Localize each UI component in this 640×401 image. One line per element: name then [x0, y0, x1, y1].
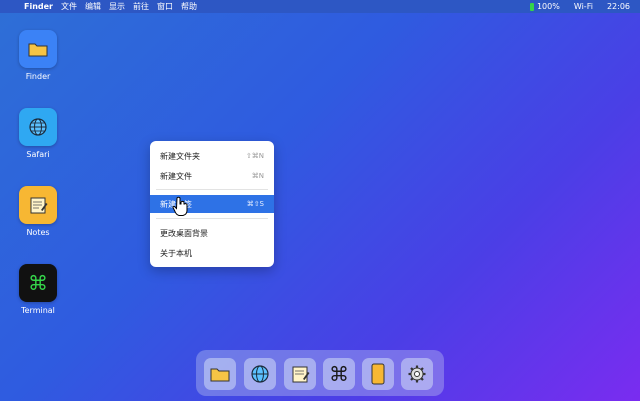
- globe-icon: [251, 365, 269, 383]
- menu-item-label: 更改桌面背景: [160, 228, 208, 238]
- wifi-status[interactable]: Wi-Fi: [574, 0, 593, 13]
- notes-icon: [19, 186, 57, 224]
- context-menu: 新建文件夹 ⇧⌘N 新建文件 ⌘N 新建标签 ⌘⇧S 更改桌面背景 关于本机: [150, 141, 274, 267]
- menu-file[interactable]: 文件: [61, 0, 77, 13]
- settings-icon: [408, 365, 426, 383]
- menu-item-about[interactable]: 关于本机: [150, 244, 274, 262]
- menu-edit[interactable]: 编辑: [85, 0, 101, 13]
- menu-item-new-file[interactable]: 新建文件 ⌘N: [150, 167, 274, 185]
- menu-go[interactable]: 前往: [133, 0, 149, 13]
- menu-item-new-tag[interactable]: 新建标签 ⌘⇧S: [150, 195, 274, 213]
- menu-bar-status: 100% Wi-Fi 22:06: [529, 0, 640, 13]
- dock-terminal[interactable]: ⌘: [323, 358, 355, 390]
- desktop-icon-terminal[interactable]: ⌘ Terminal: [8, 264, 68, 315]
- menu-help[interactable]: 帮助: [181, 0, 197, 13]
- dock-notes[interactable]: [284, 358, 316, 390]
- menu-window[interactable]: 窗口: [157, 0, 173, 13]
- menu-item-label: 新建文件: [160, 171, 192, 181]
- desktop-icon-finder[interactable]: Finder: [8, 30, 68, 81]
- menu-separator: [156, 189, 268, 190]
- menu-app-name[interactable]: Finder: [24, 0, 53, 13]
- menu-item-shortcut: ⇧⌘N: [245, 152, 264, 160]
- menu-item-shortcut: ⌘N: [251, 172, 264, 180]
- command-icon: ⌘: [329, 362, 349, 386]
- menu-view[interactable]: 显示: [109, 0, 125, 13]
- dock-finder[interactable]: [204, 358, 236, 390]
- dock: ⌘: [196, 350, 444, 396]
- dock-settings[interactable]: [401, 358, 433, 390]
- desktop-icon-label: Safari: [26, 150, 50, 159]
- globe-icon: [19, 108, 57, 146]
- desktop-icon-notes[interactable]: Notes: [8, 186, 68, 237]
- folder-icon: [19, 30, 57, 68]
- menu-bar-left: Finder 文件 编辑 显示 前往 窗口 帮助: [0, 0, 197, 13]
- menu-item-change-wallpaper[interactable]: 更改桌面背景: [150, 224, 274, 242]
- desktop-icon-label: Terminal: [21, 306, 55, 315]
- dock-safari[interactable]: [244, 358, 276, 390]
- menu-item-label: 关于本机: [160, 248, 192, 258]
- command-icon: ⌘: [19, 264, 57, 302]
- clock[interactable]: 22:06: [607, 0, 630, 13]
- menu-item-label: 新建文件夹: [160, 151, 200, 161]
- desktop-icon-safari[interactable]: Safari: [8, 108, 68, 159]
- menu-bar: Finder 文件 编辑 显示 前往 窗口 帮助 100% Wi-Fi 22:0…: [0, 0, 640, 13]
- battery-percent: 100%: [536, 2, 560, 11]
- battery-icon: [529, 2, 534, 11]
- folder-icon: [210, 368, 230, 382]
- dock-phone[interactable]: [362, 358, 394, 390]
- desktop-icon-label: Notes: [26, 228, 50, 237]
- battery-status[interactable]: 100%: [529, 0, 560, 13]
- hand-cursor-icon: [172, 196, 188, 220]
- notes-icon: [292, 366, 310, 383]
- desktop-icon-label: Finder: [25, 72, 51, 81]
- menu-item-new-folder[interactable]: 新建文件夹 ⇧⌘N: [150, 147, 274, 165]
- menu-item-shortcut: ⌘⇧S: [246, 200, 264, 208]
- phone-icon: [371, 363, 385, 385]
